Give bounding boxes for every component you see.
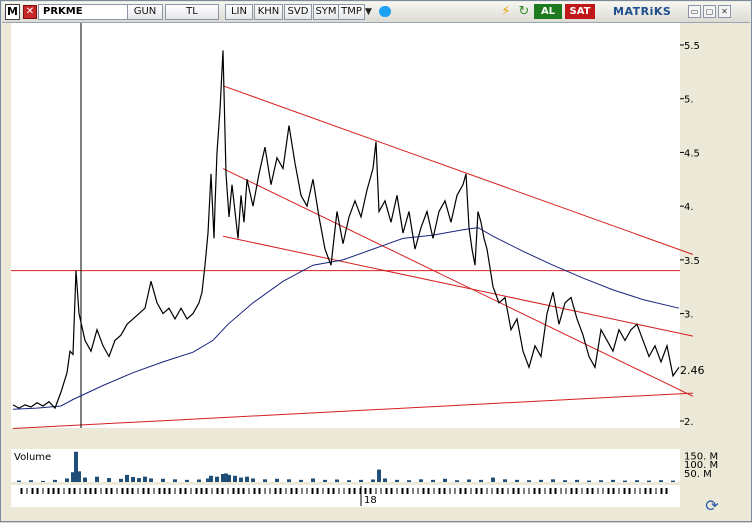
volume-bar [245,476,249,482]
volume-bar [233,475,237,482]
volume-bar [77,471,81,482]
volume-bar [623,480,627,482]
volume-bar [587,480,591,482]
volume-bar [323,479,327,482]
volume-bar [131,477,135,482]
volume-bar [539,479,543,482]
y-tick-label: 5.5 [684,41,700,52]
volume-bar [185,479,189,482]
volume-bar [209,475,213,482]
volume-bar [443,478,447,482]
volume-bar [455,480,459,482]
y-tick-label: 3.5 [684,256,700,267]
volume-bar [647,480,651,482]
last-value-label: 2.46 [680,364,705,377]
volume-bar [299,479,303,482]
volume-bar [515,479,519,482]
volume-bar [161,478,165,482]
price-chart[interactable]: 5.5 5. 4.5 4. 3.5 3. 2. 150. M100. M50. M Volu… [1,1,752,523]
price-panel [11,23,680,428]
volume-bar [137,478,141,482]
volume-bar [407,480,411,482]
volume-bar [263,479,267,482]
x-tick-label: 18 [364,495,377,506]
volume-bar [227,474,231,482]
volume-bar [83,477,87,482]
volume-axis: 150. M100. M50. M [684,451,718,480]
volume-bar [311,478,315,482]
volume-bar [551,479,555,482]
volume-bar [671,480,675,482]
volume-bar [377,469,381,482]
volume-bar [467,479,471,482]
volume-bar [17,480,21,482]
volume-bar [479,479,483,482]
volume-panel [11,449,680,482]
y-tick-label: 4. [684,202,694,213]
volume-bar [149,478,153,482]
volume-bar [53,479,57,482]
y-tick-label: 4.5 [684,148,700,159]
volume-bar [659,480,663,482]
volume-bar [395,479,399,482]
volume-bar [95,476,99,482]
volume-bar [215,476,219,482]
volume-bar [635,480,639,482]
volume-label: Volume [14,452,51,463]
y-tick-label: 3. [684,310,694,321]
volume-bar [383,478,387,482]
volume-bar [527,480,531,482]
volume-bar [371,479,375,482]
volume-bar [611,479,615,482]
volume-bar [65,478,69,482]
volume-bar [125,474,129,482]
volume-tick-label: 50. M [684,469,712,480]
volume-bar [29,480,33,482]
volume-bar [419,479,423,482]
volume-bar [347,480,351,482]
volume-bar [197,479,201,482]
volume-bar [359,479,363,482]
volume-bar [287,479,291,482]
volume-bar [503,479,507,482]
volume-bar [251,478,255,482]
y-tick-label: 5. [684,95,694,106]
chart-window: M ✕ PRKME GUN TL LIN KHN SVD SYM TMP ▼ ⚡… [0,0,752,522]
volume-bar [275,478,279,482]
volume-bar [173,479,177,482]
y-tick-label: 2. [684,417,694,428]
volume-bar [143,476,147,482]
volume-bar [107,478,111,482]
volume-bar [41,480,45,482]
volume-bar [491,477,495,482]
volume-bar [431,479,435,482]
volume-bar [335,479,339,482]
volume-bar [599,480,603,482]
volume-bar [575,479,579,482]
volume-bar [563,480,567,482]
refresh-corner-icon[interactable]: ⟳ [703,497,721,515]
volume-bar [119,478,123,482]
volume-bar [239,477,243,482]
